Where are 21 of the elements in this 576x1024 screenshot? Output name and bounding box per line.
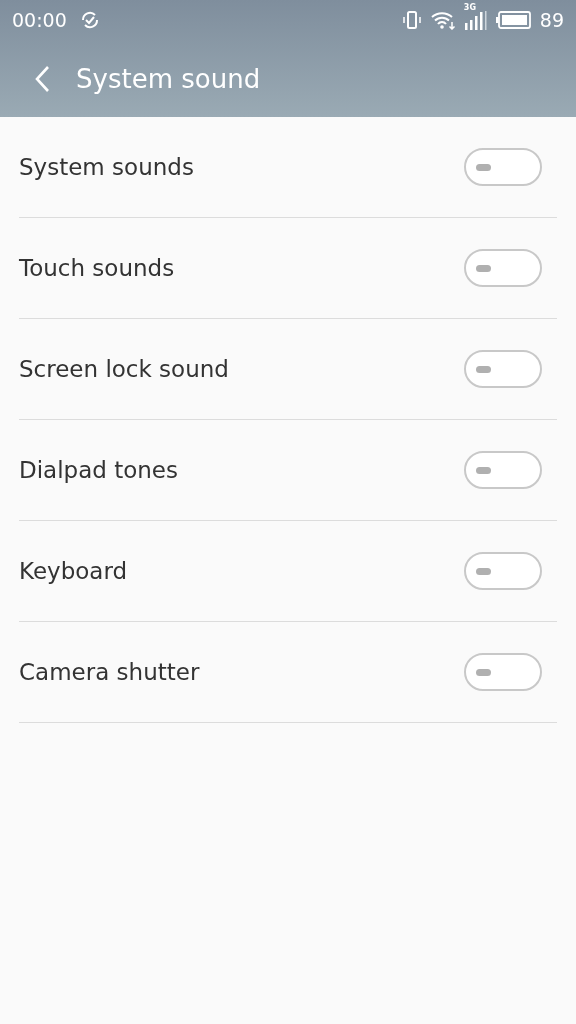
toggle-switch[interactable] bbox=[464, 148, 542, 186]
toggle-switch[interactable] bbox=[464, 350, 542, 388]
setting-label: Dialpad tones bbox=[19, 457, 178, 483]
signal-icon bbox=[463, 10, 488, 30]
setting-label: System sounds bbox=[19, 154, 194, 180]
setting-label: Touch sounds bbox=[19, 255, 175, 281]
toggle-switch[interactable] bbox=[464, 451, 542, 489]
vibrate-icon bbox=[401, 10, 422, 30]
network-type: 3G bbox=[463, 3, 476, 12]
setting-label: Screen lock sound bbox=[19, 356, 229, 382]
battery-icon bbox=[495, 10, 532, 30]
toggle-switch[interactable] bbox=[464, 653, 542, 691]
page-title: System sound bbox=[76, 63, 261, 94]
toggle-switch[interactable] bbox=[464, 552, 542, 590]
status-time: 00:00 bbox=[12, 9, 67, 31]
back-icon bbox=[34, 64, 50, 93]
setting-label: Keyboard bbox=[19, 558, 128, 584]
wifi-icon bbox=[429, 10, 456, 30]
battery-level: 89 bbox=[539, 9, 564, 31]
toggle-switch[interactable] bbox=[464, 249, 542, 287]
setting-label: Camera shutter bbox=[19, 659, 200, 685]
